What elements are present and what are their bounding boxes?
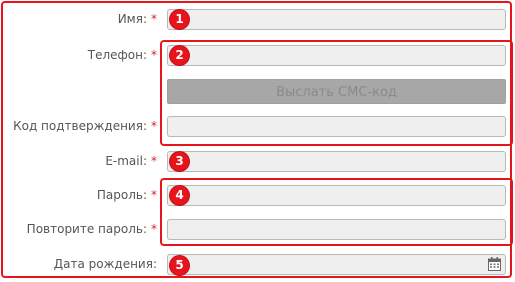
annotation-badge-3: 3 (170, 152, 189, 171)
email-input[interactable] (167, 151, 506, 172)
required-marker: * (151, 12, 157, 26)
password-repeat-input[interactable] (167, 219, 506, 240)
annotation-badge-5: 5 (170, 256, 189, 275)
required-marker: * (151, 119, 157, 133)
birthdate-input[interactable] (167, 254, 506, 275)
annotation-badge-4: 4 (170, 186, 189, 205)
required-marker: * (151, 188, 157, 202)
name-input[interactable] (167, 9, 506, 30)
code-label: Код подтверждения: * (13, 119, 157, 133)
annotation-badge-2: 2 (170, 46, 189, 65)
annotation-badge-1: 1 (170, 10, 189, 29)
password-label: Пароль: * (96, 188, 157, 202)
required-marker: * (151, 48, 157, 62)
birthdate-label: Дата рождения: (53, 257, 157, 271)
send-sms-code-button[interactable]: Выслать СМС-код (167, 79, 506, 104)
phone-label: Телефон: * (87, 48, 157, 62)
required-marker: * (151, 222, 157, 236)
password-input[interactable] (167, 185, 506, 206)
required-marker: * (151, 154, 157, 168)
phone-input[interactable] (167, 45, 506, 66)
calendar-icon[interactable] (488, 257, 501, 271)
name-label: Имя: * (117, 12, 157, 26)
confirmation-code-input[interactable] (167, 116, 506, 137)
password-repeat-label: Повторите пароль: * (26, 222, 157, 236)
email-label: E-mail: * (105, 154, 157, 168)
